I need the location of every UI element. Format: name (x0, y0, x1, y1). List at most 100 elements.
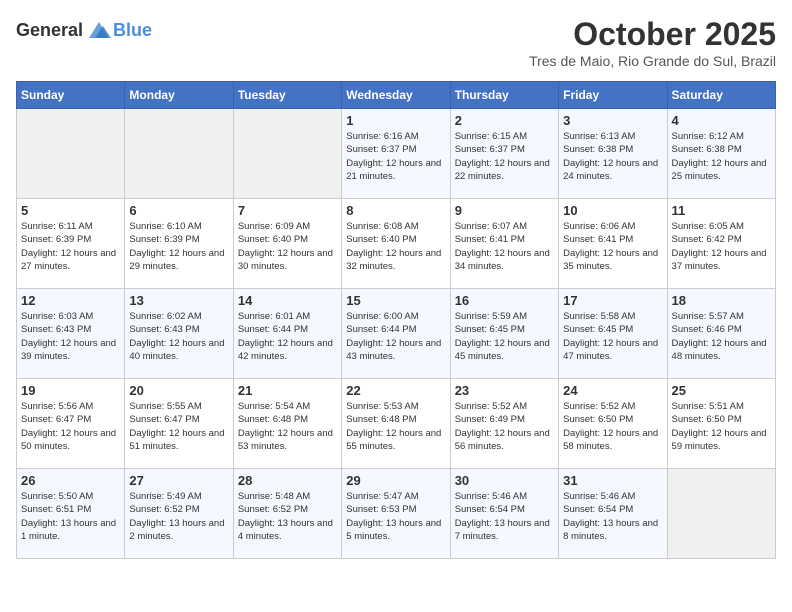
calendar-cell: 16 Sunrise: 5:59 AMSunset: 6:45 PMDayligh… (450, 289, 558, 379)
calendar-cell: 19 Sunrise: 5:56 AMSunset: 6:47 PMDayligh… (17, 379, 125, 469)
day-info: Sunrise: 5:46 AMSunset: 6:54 PMDaylight:… (563, 490, 662, 543)
calendar-week-row: 12 Sunrise: 6:03 AMSunset: 6:43 PMDayligh… (17, 289, 776, 379)
calendar-cell (125, 109, 233, 199)
calendar-cell: 13Sunrise: 6:02 AMSunset: 6:43 PMDayligh… (125, 289, 233, 379)
day-info: Sunrise: 6:15 AMSunset: 6:37 PMDaylight:… (455, 130, 554, 183)
calendar-cell: 17 Sunrise: 5:58 AMSunset: 6:45 PMDayligh… (559, 289, 667, 379)
calendar-cell: 7 Sunrise: 6:09 AMSunset: 6:40 PMDaylight… (233, 199, 341, 289)
calendar-week-row: 1Sunrise: 6:16 AMSunset: 6:37 PMDaylight… (17, 109, 776, 199)
calendar-cell: 1Sunrise: 6:16 AMSunset: 6:37 PMDaylight… (342, 109, 450, 199)
day-number: 1 (346, 113, 445, 128)
calendar-cell: 18 Sunrise: 5:57 AMSunset: 6:46 PMDayligh… (667, 289, 775, 379)
calendar-cell: 11Sunrise: 6:05 AMSunset: 6:42 PMDayligh… (667, 199, 775, 289)
day-number: 27 (129, 473, 228, 488)
day-number: 21 (238, 383, 337, 398)
month-title: October 2025 (529, 16, 776, 53)
day-header: Saturday (667, 82, 775, 109)
day-info: Sunrise: 5:57 AMSunset: 6:46 PMDaylight:… (672, 310, 771, 363)
calendar-cell: 26 Sunrise: 5:50 AMSunset: 6:51 PMDayligh… (17, 469, 125, 559)
day-info: Sunrise: 5:53 AMSunset: 6:48 PMDaylight:… (346, 400, 445, 453)
day-number: 4 (672, 113, 771, 128)
day-info: Sunrise: 5:55 AMSunset: 6:47 PMDaylight:… (129, 400, 228, 453)
day-number: 17 (563, 293, 662, 308)
day-number: 14 (238, 293, 337, 308)
day-info: Sunrise: 5:49 AMSunset: 6:52 PMDaylight:… (129, 490, 228, 543)
calendar-cell: 23Sunrise: 5:52 AMSunset: 6:49 PMDayligh… (450, 379, 558, 469)
calendar-cell: 3 Sunrise: 6:13 AMSunset: 6:38 PMDaylight… (559, 109, 667, 199)
day-number: 2 (455, 113, 554, 128)
day-header: Sunday (17, 82, 125, 109)
day-number: 18 (672, 293, 771, 308)
calendar-cell: 8 Sunrise: 6:08 AMSunset: 6:40 PMDaylight… (342, 199, 450, 289)
title-area: October 2025 Tres de Maio, Rio Grande do… (529, 16, 776, 69)
logo-general: General (16, 20, 83, 41)
day-number: 20 (129, 383, 228, 398)
day-info: Sunrise: 5:52 AMSunset: 6:49 PMDaylight:… (455, 400, 554, 453)
calendar-cell (667, 469, 775, 559)
day-info: Sunrise: 5:56 AMSunset: 6:47 PMDaylight:… (21, 400, 120, 453)
day-number: 22 (346, 383, 445, 398)
day-number: 26 (21, 473, 120, 488)
logo-blue: Blue (113, 20, 152, 41)
day-info: Sunrise: 5:51 AMSunset: 6:50 PMDaylight:… (672, 400, 771, 453)
day-number: 31 (563, 473, 662, 488)
calendar-cell: 20 Sunrise: 5:55 AMSunset: 6:47 PMDayligh… (125, 379, 233, 469)
day-number: 30 (455, 473, 554, 488)
calendar-week-row: 19 Sunrise: 5:56 AMSunset: 6:47 PMDayligh… (17, 379, 776, 469)
calendar-cell: 15Sunrise: 6:00 AMSunset: 6:44 PMDayligh… (342, 289, 450, 379)
day-info: Sunrise: 5:48 AMSunset: 6:52 PMDaylight:… (238, 490, 337, 543)
day-number: 25 (672, 383, 771, 398)
day-info: Sunrise: 5:50 AMSunset: 6:51 PMDaylight:… (21, 490, 120, 543)
day-info: Sunrise: 6:03 AMSunset: 6:43 PMDaylight:… (21, 310, 120, 363)
calendar-cell: 24 Sunrise: 5:52 AMSunset: 6:50 PMDayligh… (559, 379, 667, 469)
calendar-cell (233, 109, 341, 199)
calendar-week-row: 5Sunrise: 6:11 AMSunset: 6:39 PMDaylight… (17, 199, 776, 289)
day-info: Sunrise: 6:13 AMSunset: 6:38 PMDaylight:… (563, 130, 662, 183)
day-header: Friday (559, 82, 667, 109)
day-info: Sunrise: 6:08 AMSunset: 6:40 PMDaylight:… (346, 220, 445, 273)
day-number: 19 (21, 383, 120, 398)
calendar-cell: 22 Sunrise: 5:53 AMSunset: 6:48 PMDayligh… (342, 379, 450, 469)
day-header: Thursday (450, 82, 558, 109)
day-header: Monday (125, 82, 233, 109)
calendar-cell: 2 Sunrise: 6:15 AMSunset: 6:37 PMDaylight… (450, 109, 558, 199)
day-number: 29 (346, 473, 445, 488)
day-info: Sunrise: 5:59 AMSunset: 6:45 PMDaylight:… (455, 310, 554, 363)
day-info: Sunrise: 5:52 AMSunset: 6:50 PMDaylight:… (563, 400, 662, 453)
day-number: 7 (238, 203, 337, 218)
calendar-cell: 10Sunrise: 6:06 AMSunset: 6:41 PMDayligh… (559, 199, 667, 289)
calendar-cell: 5Sunrise: 6:11 AMSunset: 6:39 PMDaylight… (17, 199, 125, 289)
day-info: Sunrise: 6:00 AMSunset: 6:44 PMDaylight:… (346, 310, 445, 363)
day-number: 16 (455, 293, 554, 308)
calendar-cell: 14 Sunrise: 6:01 AMSunset: 6:44 PMDayligh… (233, 289, 341, 379)
calendar-cell: 12 Sunrise: 6:03 AMSunset: 6:43 PMDayligh… (17, 289, 125, 379)
day-number: 8 (346, 203, 445, 218)
day-info: Sunrise: 6:01 AMSunset: 6:44 PMDaylight:… (238, 310, 337, 363)
logo: General Blue (16, 16, 152, 44)
day-info: Sunrise: 5:47 AMSunset: 6:53 PMDaylight:… (346, 490, 445, 543)
calendar-cell (17, 109, 125, 199)
day-info: Sunrise: 5:46 AMSunset: 6:54 PMDaylight:… (455, 490, 554, 543)
day-info: Sunrise: 6:09 AMSunset: 6:40 PMDaylight:… (238, 220, 337, 273)
calendar-cell: 29 Sunrise: 5:47 AMSunset: 6:53 PMDayligh… (342, 469, 450, 559)
day-number: 9 (455, 203, 554, 218)
calendar-table: SundayMondayTuesdayWednesdayThursdayFrid… (16, 81, 776, 559)
day-number: 3 (563, 113, 662, 128)
calendar-cell: 25 Sunrise: 5:51 AMSunset: 6:50 PMDayligh… (667, 379, 775, 469)
day-info: Sunrise: 6:12 AMSunset: 6:38 PMDaylight:… (672, 130, 771, 183)
calendar-cell: 9 Sunrise: 6:07 AMSunset: 6:41 PMDaylight… (450, 199, 558, 289)
days-header-row: SundayMondayTuesdayWednesdayThursdayFrid… (17, 82, 776, 109)
day-info: Sunrise: 5:54 AMSunset: 6:48 PMDaylight:… (238, 400, 337, 453)
day-number: 12 (21, 293, 120, 308)
day-header: Tuesday (233, 82, 341, 109)
day-number: 28 (238, 473, 337, 488)
day-info: Sunrise: 6:05 AMSunset: 6:42 PMDaylight:… (672, 220, 771, 273)
day-info: Sunrise: 6:11 AMSunset: 6:39 PMDaylight:… (21, 220, 120, 273)
day-info: Sunrise: 6:07 AMSunset: 6:41 PMDaylight:… (455, 220, 554, 273)
day-info: Sunrise: 5:58 AMSunset: 6:45 PMDaylight:… (563, 310, 662, 363)
day-number: 24 (563, 383, 662, 398)
location-title: Tres de Maio, Rio Grande do Sul, Brazil (529, 53, 776, 69)
calendar-cell: 27 Sunrise: 5:49 AMSunset: 6:52 PMDayligh… (125, 469, 233, 559)
day-number: 10 (563, 203, 662, 218)
calendar-cell: 4 Sunrise: 6:12 AMSunset: 6:38 PMDaylight… (667, 109, 775, 199)
